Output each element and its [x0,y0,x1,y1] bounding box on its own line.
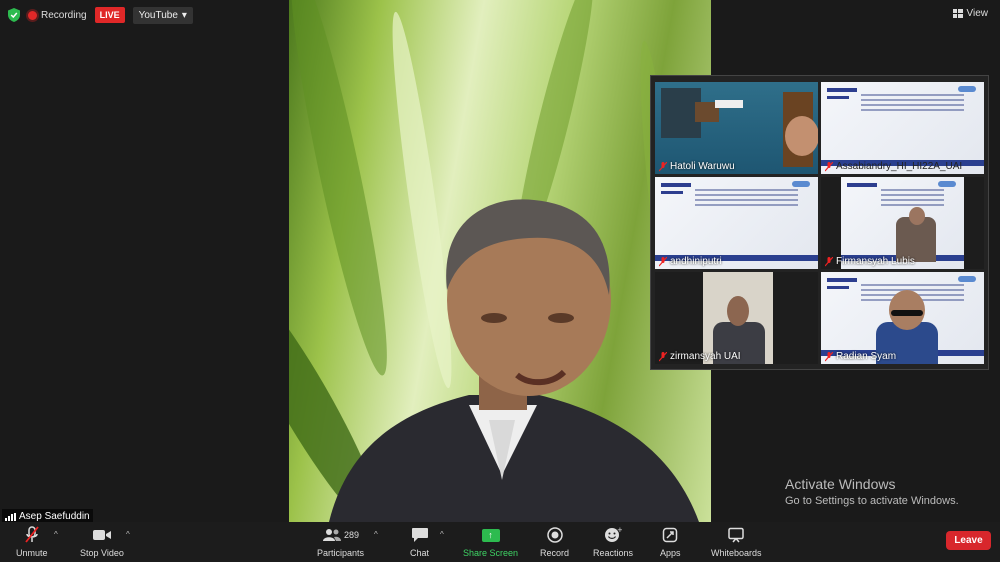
leave-button[interactable]: Leave [946,531,991,550]
svg-text:+: + [617,527,622,534]
caret-down-icon: ▾ [181,9,187,21]
stop-video-label: Stop Video [80,548,124,558]
grid-view-icon [952,9,963,18]
muted-mic-icon [659,351,667,361]
watermark-title: Activate Windows [785,476,896,492]
participant-name-tag: andhiniputri [659,256,722,267]
live-badge[interactable]: LIVE [94,7,125,23]
participant-name: Radian Syam [836,351,897,362]
muted-mic-icon [825,161,833,171]
muted-microphone-icon [25,526,39,543]
main-speaker-video [289,0,711,522]
participant-name-tag: zirmansyah UAI [659,351,741,362]
unmute-label: Unmute [16,548,48,558]
muted-mic-icon [659,161,667,171]
whiteboard-icon [728,527,745,543]
apps-button[interactable]: Apps [660,526,681,558]
participant-name: Firmansyah Lubis [836,256,915,267]
participants-options-caret[interactable]: ^ [374,530,378,539]
whiteboards-label: Whiteboards [711,548,762,558]
reactions-label: Reactions [593,548,634,558]
unmute-button[interactable]: Unmute [16,526,48,558]
participant-name-tag: Assabiandry_HI_HI22A_UAI [825,161,962,172]
activate-windows-watermark: Activate Windows Go to Settings to activ… [785,476,959,507]
chat-options-caret[interactable]: ^ [440,530,444,539]
whiteboards-button[interactable]: Whiteboards [711,526,762,558]
stop-video-button[interactable]: Stop Video [80,526,124,558]
stream-target-dropdown[interactable]: YouTube ▾ [132,6,193,24]
video-options-caret[interactable]: ^ [126,530,130,539]
participant-name: andhiniputri [670,256,722,267]
participants-label: Participants [317,548,365,558]
participant-tile[interactable]: Assabiandry_HI_HI22A_UAI [821,82,984,174]
share-screen-button[interactable]: ↑ Share Screen [463,526,518,558]
audio-options-caret[interactable]: ^ [54,530,58,539]
participant-tile[interactable]: andhiniputri [655,177,818,269]
smiley-plus-icon: + [605,527,622,542]
participants-count: 289 [344,530,360,540]
muted-mic-icon [659,256,667,266]
participant-tile[interactable]: Firmansyah Lubis [821,177,984,269]
participant-tile[interactable]: Hatoli Waruwu [655,82,818,174]
speaker-figure [329,199,699,522]
record-label: Record [540,548,570,558]
chat-button[interactable]: Chat [410,526,429,558]
watermark-subtitle: Go to Settings to activate Windows. [785,495,959,507]
participant-name: Hatoli Waruwu [670,161,735,172]
stream-target-label: YouTube [138,9,178,21]
record-button[interactable]: Record [540,526,569,558]
participants-icon [323,529,341,541]
apps-icon [663,527,678,543]
participants-button[interactable]: 289 Participants [317,526,364,558]
participant-name-tag: Hatoli Waruwu [659,161,735,172]
muted-mic-icon [825,256,833,266]
speaker-name: Asep Saefuddin [19,511,90,522]
recording-indicator[interactable]: Recording [28,10,87,21]
video-camera-icon [92,530,111,540]
participant-name-tag: Radian Syam [825,351,896,362]
encryption-shield-icon[interactable] [8,8,20,22]
participant-tile[interactable]: zirmansyah UAI [655,272,818,364]
participant-gallery: Hatoli Waruwu Assabiandry_HI_HI22A_UAI a… [650,75,989,370]
share-screen-arrow-icon: ↑ [481,528,500,542]
participant-name-tag: Firmansyah Lubis [825,256,915,267]
record-icon [546,527,563,543]
participant-tile[interactable]: Radian Syam [821,272,984,364]
participant-name: Assabiandry_HI_HI22A_UAI [836,161,963,172]
chat-label: Chat [410,548,430,558]
share-screen-label: Share Screen [463,548,519,558]
signal-strength-icon [5,512,16,521]
meeting-status-bar: Recording LIVE YouTube ▾ [8,6,193,24]
chat-bubble-icon [411,528,428,542]
reactions-button[interactable]: + Reactions [593,526,633,558]
recording-label: Recording [41,9,87,21]
meeting-toolbar: Unmute ^ Stop Video ^ 289 Participants ^… [0,522,1000,562]
recording-dot-icon [28,10,37,20]
participant-name: zirmansyah UAI [670,351,741,362]
apps-label: Apps [660,548,681,558]
view-button[interactable]: View [952,8,989,19]
muted-mic-icon [825,351,833,361]
view-label: View [966,8,989,19]
